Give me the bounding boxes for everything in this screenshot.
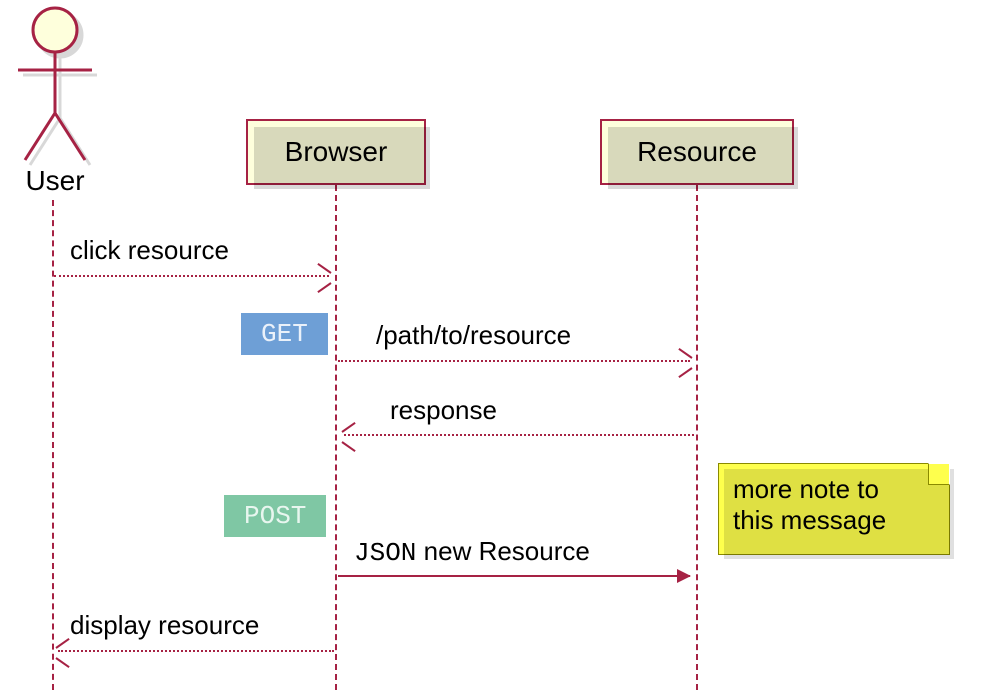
participant-browser: Browser — [246, 119, 426, 185]
message-4-prefix: JSON — [354, 538, 416, 568]
message-4-rest: new Resource — [416, 536, 589, 566]
participant-resource-label: Resource — [602, 121, 792, 183]
note-message-4: more note to this message — [718, 463, 950, 555]
message-1-label: click resource — [70, 235, 229, 266]
note-line-2: this message — [733, 505, 935, 536]
badge-get: GET — [241, 313, 328, 355]
message-4-arrow — [338, 575, 690, 577]
actor-user-label: User — [10, 165, 100, 197]
message-3-label: response — [390, 395, 497, 426]
message-1-arrow — [54, 275, 329, 277]
message-2-arrow — [338, 360, 690, 362]
badge-post: POST — [224, 495, 326, 537]
message-3-arrow — [344, 434, 694, 436]
note-line-1: more note to — [733, 474, 935, 505]
message-4-label: JSON new Resource — [354, 536, 590, 568]
lifeline-user — [52, 200, 54, 690]
message-5-arrow — [58, 650, 334, 652]
user-icon — [10, 5, 100, 165]
sequence-diagram: User Browser Resource click resource GET… — [0, 0, 996, 696]
participant-resource: Resource — [600, 119, 794, 185]
lifeline-resource — [696, 185, 698, 690]
lifeline-browser — [335, 185, 337, 690]
message-5-label: display resource — [70, 610, 259, 641]
participant-browser-label: Browser — [248, 121, 424, 183]
message-2-label: /path/to/resource — [376, 320, 571, 351]
actor-user: User — [10, 5, 100, 197]
